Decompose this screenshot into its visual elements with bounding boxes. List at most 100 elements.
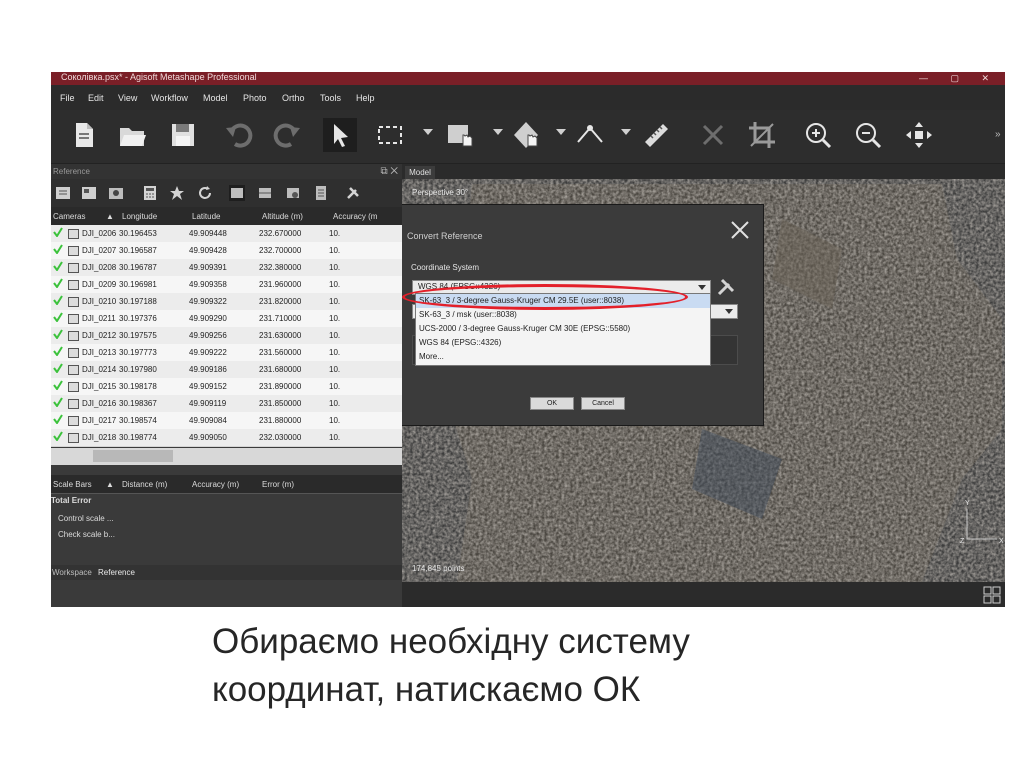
view-estimated-icon[interactable]: [257, 185, 273, 201]
menu-view[interactable]: View: [118, 93, 137, 103]
chevron-down-icon[interactable]: [725, 309, 733, 314]
table-row[interactable]: DJI_0218 30.198774 49.909050 232.030000 10.: [51, 429, 402, 447]
toolbar-overflow[interactable]: »: [995, 129, 1001, 140]
ruler-dropdown-arrow[interactable]: [621, 129, 631, 135]
option-more[interactable]: More...: [416, 350, 710, 364]
settings-tools-icon[interactable]: [345, 185, 361, 201]
table-row[interactable]: DJI_0212 30.197575 49.909256 231.630000 10.: [51, 327, 402, 345]
check-icon[interactable]: [53, 295, 63, 305]
horizontal-scrollbar[interactable]: [51, 448, 402, 465]
navigate-region-icon[interactable]: [509, 118, 543, 152]
tab-model[interactable]: Model: [405, 166, 435, 179]
view-variance-icon[interactable]: [313, 185, 329, 201]
check-icon[interactable]: [53, 431, 63, 441]
ok-button[interactable]: OK: [530, 397, 574, 410]
table-row[interactable]: DJI_0209 30.196981 49.909358 231.960000 10.: [51, 276, 402, 294]
check-icon[interactable]: [53, 397, 63, 407]
save-icon[interactable]: [166, 118, 200, 152]
zoom-in-icon[interactable]: [801, 118, 835, 152]
calculator-icon[interactable]: [142, 185, 158, 201]
pointer-icon[interactable]: [323, 118, 357, 152]
check-icon[interactable]: [53, 312, 63, 322]
check-icon[interactable]: [53, 346, 63, 356]
check-icon[interactable]: [53, 329, 63, 339]
ruler-icon[interactable]: [639, 118, 673, 152]
panel-float-close-icon[interactable]: ⧉ ✕: [380, 164, 398, 179]
sort-asc-icon[interactable]: ▲: [106, 212, 114, 221]
reset-view-icon[interactable]: [902, 118, 936, 152]
cancel-button[interactable]: Cancel: [581, 397, 625, 410]
col-error[interactable]: Error (m): [262, 480, 294, 489]
tab-reference[interactable]: Reference: [98, 568, 135, 577]
star-icon[interactable]: [169, 185, 185, 201]
menu-file[interactable]: File: [60, 93, 75, 103]
open-folder-icon[interactable]: [116, 118, 150, 152]
table-row[interactable]: DJI_0215 30.198178 49.909152 231.890000 10.: [51, 378, 402, 396]
menu-workflow[interactable]: Workflow: [151, 93, 188, 103]
close-icon[interactable]: [729, 219, 751, 241]
selection-dropdown-arrow[interactable]: [423, 129, 433, 135]
rectangle-selection-icon[interactable]: [373, 118, 407, 152]
layout-icon[interactable]: [983, 586, 1001, 604]
col-longitude[interactable]: Longitude: [122, 212, 157, 221]
control-scale-item[interactable]: Control scale ...: [58, 514, 114, 523]
move-object-icon[interactable]: [443, 118, 477, 152]
import-icon[interactable]: [55, 185, 71, 201]
menu-ortho[interactable]: Ortho: [282, 93, 305, 103]
model-viewport[interactable]: Perspective 30° 174,845 points Y Z X Con…: [402, 179, 1005, 582]
menu-photo[interactable]: Photo: [243, 93, 267, 103]
table-row[interactable]: DJI_0214 30.197980 49.909186 231.680000 10.: [51, 361, 402, 379]
col-accuracy[interactable]: Accuracy (m): [192, 480, 239, 489]
table-row[interactable]: DJI_0208 30.196787 49.909391 232.380000 10.: [51, 259, 402, 277]
table-row[interactable]: DJI_0206 30.196453 49.909448 232.670000 10.: [51, 225, 402, 243]
menu-help[interactable]: Help: [356, 93, 375, 103]
view-errors-icon[interactable]: [285, 185, 301, 201]
check-icon[interactable]: [53, 261, 63, 271]
undo-icon[interactable]: [221, 118, 255, 152]
col-cameras[interactable]: Cameras: [53, 212, 85, 221]
view-source-icon[interactable]: [229, 185, 245, 201]
sort-asc-icon[interactable]: ▲: [106, 480, 114, 489]
scrollbar-thumb[interactable]: [93, 450, 173, 462]
col-altitude[interactable]: Altitude (m): [262, 212, 303, 221]
table-row[interactable]: DJI_0207 30.196587 49.909428 232.700000 10.: [51, 242, 402, 260]
menu-tools[interactable]: Tools: [320, 93, 341, 103]
col-latitude[interactable]: Latitude: [192, 212, 220, 221]
table-row[interactable]: DJI_0211 30.197376 49.909290 231.710000 10.: [51, 310, 402, 328]
menu-model[interactable]: Model: [203, 93, 228, 103]
region-dropdown-arrow[interactable]: [556, 129, 566, 135]
window-controls[interactable]: — ▢ ✕: [919, 72, 999, 85]
check-icon[interactable]: [53, 227, 63, 237]
option-ucs2000[interactable]: UCS-2000 / 3-degree Gauss-Kruger CM 30E …: [416, 322, 710, 336]
settings-tools-icon[interactable]: [716, 277, 736, 297]
redo-icon[interactable]: [271, 118, 305, 152]
convert-icon[interactable]: [108, 185, 124, 201]
tab-workspace[interactable]: Workspace: [52, 568, 92, 577]
menu-edit[interactable]: Edit: [88, 93, 104, 103]
check-icon[interactable]: [53, 380, 63, 390]
zoom-out-icon[interactable]: [851, 118, 885, 152]
new-document-icon[interactable]: [67, 118, 101, 152]
col-scale-bars[interactable]: Scale Bars: [53, 480, 92, 489]
crop-icon[interactable]: [745, 118, 779, 152]
col-accuracy[interactable]: Accuracy (m: [333, 212, 377, 221]
check-icon[interactable]: [53, 363, 63, 373]
table-row[interactable]: DJI_0217 30.198574 49.909084 231.880000 10.: [51, 412, 402, 430]
camera-label: DJI_0212: [82, 331, 117, 340]
chevron-down-icon[interactable]: [698, 285, 706, 290]
table-row[interactable]: DJI_0216 30.198367 49.909119 231.850000 10.: [51, 395, 402, 413]
table-row[interactable]: DJI_0210 30.197188 49.909322 231.820000 10.: [51, 293, 402, 311]
check-scale-item[interactable]: Check scale b...: [58, 530, 115, 539]
refresh-icon[interactable]: [197, 185, 213, 201]
check-icon[interactable]: [53, 244, 63, 254]
check-icon[interactable]: [53, 278, 63, 288]
col-distance[interactable]: Distance (m): [122, 480, 167, 489]
option-sk63-msk[interactable]: SK-63_3 / msk (user::8038): [416, 308, 710, 322]
table-row[interactable]: DJI_0213 30.197773 49.909222 231.560000 10.: [51, 344, 402, 362]
option-wgs84[interactable]: WGS 84 (EPSG::4326): [416, 336, 710, 350]
export-icon[interactable]: [81, 185, 97, 201]
check-icon[interactable]: [53, 414, 63, 424]
move-dropdown-arrow[interactable]: [493, 129, 503, 135]
ruler-line-icon[interactable]: [573, 118, 607, 152]
delete-icon[interactable]: [696, 118, 730, 152]
